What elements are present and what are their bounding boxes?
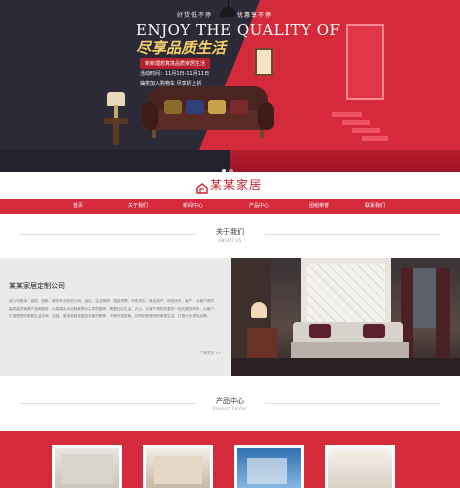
banner-pill: 新新理想真境品质家居生活: [140, 58, 211, 69]
products-section-title: 产品中心: [216, 397, 244, 405]
bedroom-image: [231, 258, 460, 376]
banner-tag-right: 优惠享不停: [237, 12, 273, 19]
product-card[interactable]: [234, 445, 304, 488]
product-card[interactable]: [325, 445, 395, 488]
product-card[interactable]: [143, 445, 213, 488]
product-image: [146, 448, 210, 488]
banner-subheadline: 尽享品质生活: [136, 39, 227, 57]
product-image: [328, 448, 392, 488]
pendant-lamp-icon: [220, 7, 236, 17]
main-nav: 首页 关于我们 新闻中心 产品中心 团组荣誉 联系我们: [0, 199, 460, 214]
about-section-title: 关于我们: [216, 228, 244, 236]
logo-text: 某某家居: [210, 177, 263, 192]
floating-step: [362, 136, 388, 141]
product-image: [55, 448, 119, 488]
about-section-subtitle: ABOUT US: [218, 238, 242, 243]
house-logo-icon: [196, 179, 208, 194]
sofa-image: [142, 86, 274, 144]
products-section-subtitle: Product Center: [212, 406, 248, 411]
picture-frame-image: [255, 48, 273, 76]
nav-item-home[interactable]: 首页: [58, 199, 98, 214]
site-logo[interactable]: 某某家居: [196, 176, 263, 194]
table-lamp-image: [107, 92, 125, 106]
nav-item-contact[interactable]: 联系我们: [355, 199, 395, 214]
open-door-image: [346, 24, 384, 100]
about-more-link[interactable]: 了解更多 >>: [200, 351, 222, 356]
slider-dot[interactable]: [222, 169, 226, 172]
floating-step: [332, 112, 362, 117]
floating-step: [342, 120, 370, 125]
hero-banner[interactable]: 好货低不停 优惠享不停 ENJOY THE QUALITY OF LIFE 尽享…: [0, 0, 460, 172]
nav-item-about[interactable]: 关于我们: [118, 199, 158, 214]
banner-floor-dark: [0, 150, 230, 172]
product-image: [237, 448, 301, 488]
product-card[interactable]: [52, 445, 122, 488]
floating-step: [352, 128, 380, 133]
slider-dots[interactable]: [222, 158, 236, 172]
nav-item-honors[interactable]: 团组荣誉: [299, 199, 339, 214]
table-lamp-base: [114, 105, 118, 118]
company-name: 某某家居定制公司: [9, 282, 65, 290]
banner-date-line: 活动时间：11月1日-11月11日: [140, 71, 210, 77]
nav-item-products[interactable]: 产品中心: [239, 199, 279, 214]
nav-item-news[interactable]: 新闻中心: [173, 199, 213, 214]
slider-dot[interactable]: [229, 169, 233, 172]
banner-tag-left: 好货低不停: [177, 12, 213, 19]
side-table-leg: [113, 123, 119, 145]
about-body: 我公司整体：诚信、创新、服务专业化的公司，诚实、企业精神：团结拼搏、开拓求实、唯…: [9, 299, 214, 319]
